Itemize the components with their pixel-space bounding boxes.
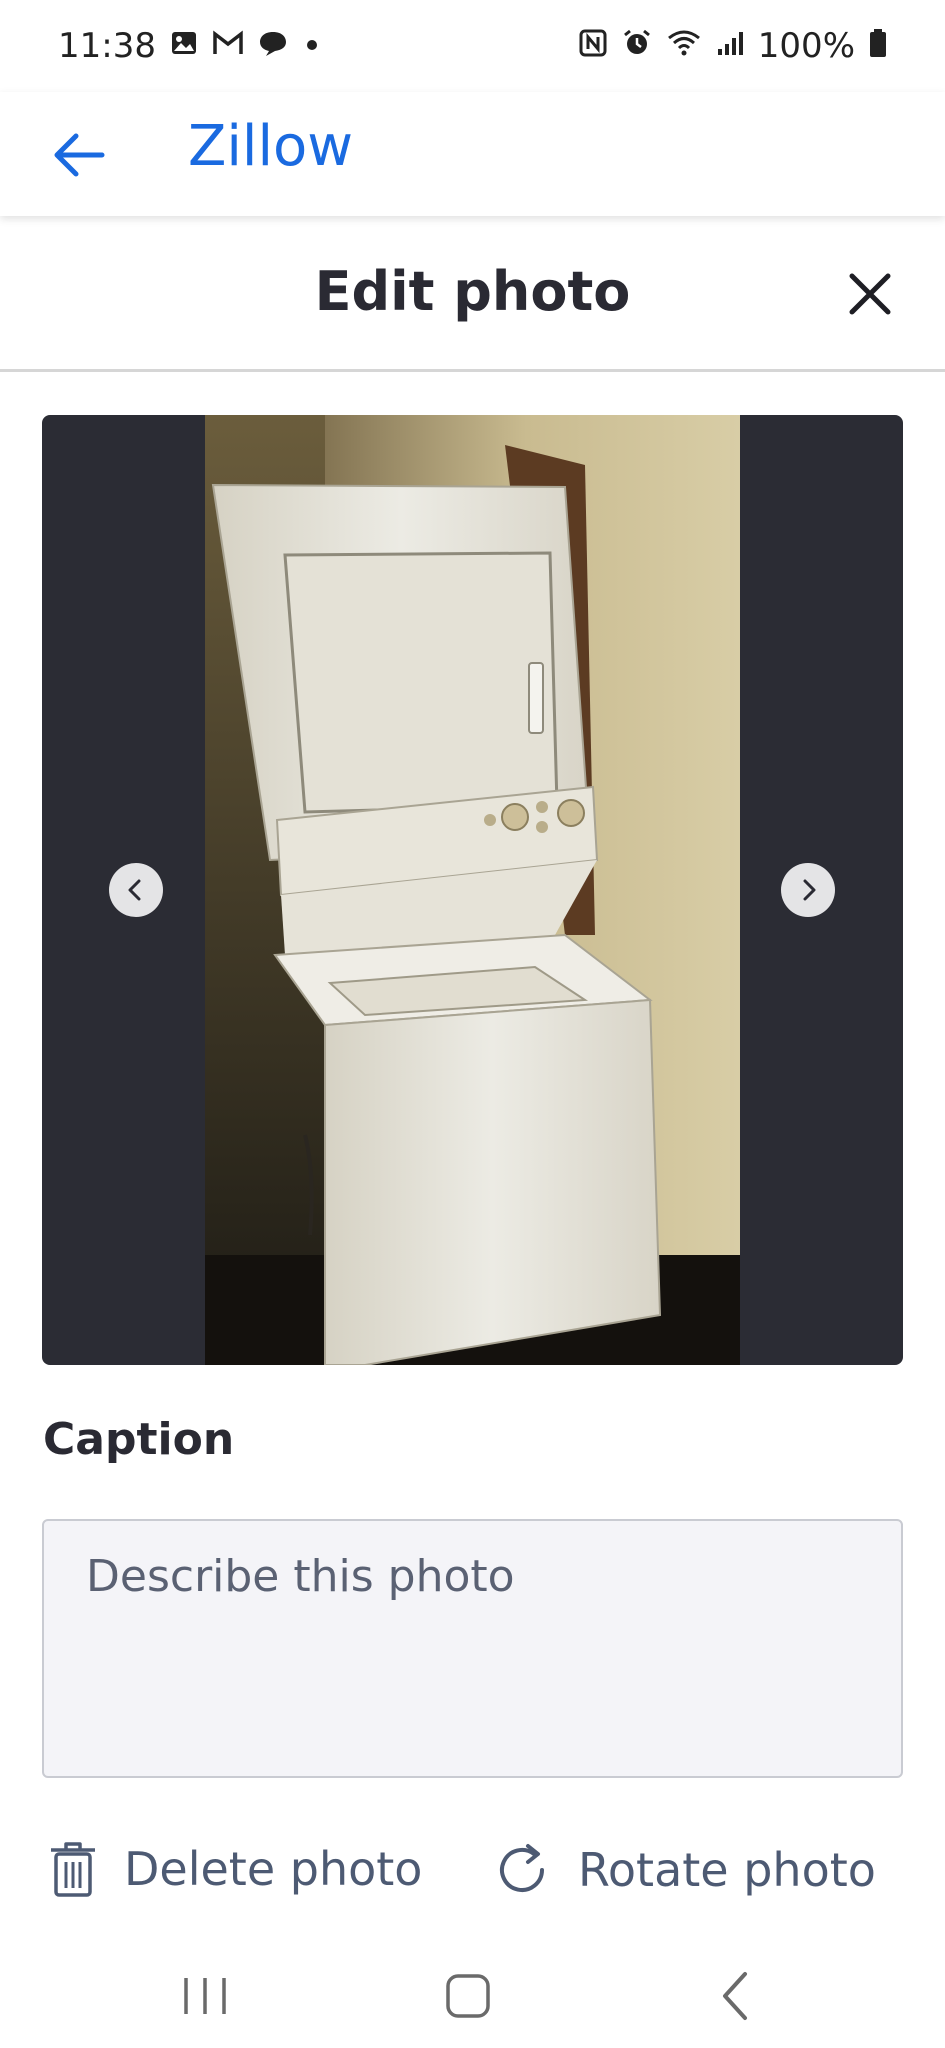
chevron-right-icon [803,879,816,901]
alarm-icon [622,28,652,64]
rotate-icon [500,1844,544,1892]
app-title: Zillow [188,114,354,179]
home-button[interactable] [433,1966,503,2026]
status-time: 11:38 [58,26,156,66]
recent-apps-icon [184,1978,226,2014]
trash-icon [51,1842,95,1897]
dialog-header: Edit photo [0,216,945,372]
system-back-button[interactable] [700,1966,770,2026]
status-left: 11:38 [58,26,322,66]
delete-photo-button[interactable]: Delete photo [48,1840,422,1898]
gallery-icon [170,29,198,63]
delete-photo-label: Delete photo [124,1842,423,1896]
previous-photo-button[interactable] [109,863,163,917]
photo-viewer [42,415,903,1365]
dialog-title: Edit photo [314,260,631,323]
gmail-icon [212,30,244,62]
home-icon [446,1974,490,2018]
back-button[interactable] [44,120,114,190]
nfc-icon [578,28,608,64]
chevron-left-icon [723,1972,747,2020]
wifi-icon [666,28,702,64]
close-button[interactable] [844,268,896,320]
status-bar: 11:38 100% [0,0,945,92]
status-right: 100% [578,26,887,66]
caption-input[interactable] [42,1519,903,1778]
caption-label: Caption [43,1414,235,1465]
battery-icon [869,28,887,64]
next-photo-button[interactable] [781,863,835,917]
recent-apps-button[interactable] [170,1966,240,2026]
battery-percent: 100% [757,26,855,66]
close-icon [849,273,891,315]
rotate-photo-label: Rotate photo [578,1843,876,1897]
dot-icon [302,31,322,61]
signal-icon [716,29,744,63]
washer-dryer-photo [205,415,740,1365]
arrow-left-icon [54,133,105,177]
app-bar: Zillow [0,92,945,216]
system-nav-bar [0,1948,945,2048]
chat-icon [258,29,288,63]
chevron-left-icon [128,879,141,901]
rotate-photo-button[interactable]: Rotate photo [492,1840,876,1900]
photo [205,415,740,1365]
